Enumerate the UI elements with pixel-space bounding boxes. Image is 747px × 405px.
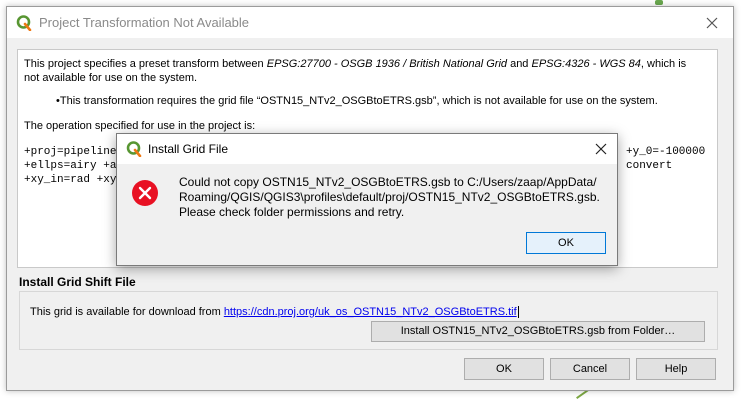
text-caret — [517, 306, 519, 319]
operation-label: The operation specified for use in the p… — [24, 120, 256, 132]
code-line: convert — [626, 160, 673, 172]
install-grid-section-title: Install Grid Shift File — [19, 275, 136, 289]
qgis-logo-icon — [126, 141, 142, 158]
bullet-text: This transformation requires the grid fi… — [59, 95, 658, 107]
error-message-line: Please check folder permissions and retr… — [179, 205, 405, 219]
code-line: +xy_in=rad +xy — [24, 174, 117, 186]
install-from-folder-button[interactable]: Install OSTN15_NTv2_OSGBtoETRS.gsb from … — [371, 321, 705, 342]
qgis-logo-icon — [16, 15, 32, 32]
dialog-title: Project Transformation Not Available — [39, 15, 250, 30]
description-text: and — [507, 58, 532, 70]
close-icon[interactable] — [701, 12, 723, 34]
help-button[interactable]: Help — [636, 358, 716, 380]
cancel-button[interactable]: Cancel — [550, 358, 630, 380]
background-map-feature — [655, 0, 663, 5]
background-map-canvas — [735, 0, 747, 405]
error-dialog-body: Could not copy OSTN15_NTv2_OSGBtoETRS.gs… — [117, 164, 617, 265]
download-prefix: This grid is available for download from — [30, 306, 224, 318]
source-crs: EPSG:27700 - OSGB 1936 / British Nationa… — [266, 58, 508, 70]
code-line: +ellps=airy +a — [24, 160, 117, 172]
grid-requirement-bullet: •This transformation requires the grid f… — [56, 95, 658, 107]
error-dialog-titlebar: Install Grid File — [117, 134, 617, 164]
error-message-line: Could not copy OSTN15_NTv2_OSGBtoETRS.gs… — [179, 175, 597, 189]
grid-download-text: This grid is available for download from… — [30, 306, 519, 319]
error-icon — [131, 179, 159, 207]
code-line: +y_0=-100000 — [626, 146, 706, 158]
error-ok-button[interactable]: OK — [526, 232, 606, 254]
error-message: Could not copy OSTN15_NTv2_OSGBtoETRS.gs… — [179, 175, 600, 220]
error-dialog-title: Install Grid File — [148, 142, 229, 156]
code-line: +proj=pipeline — [24, 146, 117, 158]
dialog-titlebar: Project Transformation Not Available — [7, 7, 733, 38]
target-crs: EPSG:4326 - WGS 84 — [531, 58, 641, 70]
proj-pipeline-code: +proj=pipeline +ellps=airy +a +xy_in=rad +… — [24, 145, 116, 187]
proj-pipeline-code-overflow: +y_0=-100000convert — [626, 145, 705, 173]
ok-button[interactable]: OK — [464, 358, 544, 380]
error-message-line: Roaming/QGIS/QGIS3\profiles\default/proj… — [179, 190, 600, 204]
close-icon[interactable] — [591, 139, 611, 159]
transform-description: This project specifies a preset transfor… — [24, 57, 704, 85]
install-grid-error-dialog: Install Grid File Could not copy OSTN15_… — [116, 133, 618, 266]
download-link[interactable]: https://cdn.proj.org/uk_os_OSTN15_NTv2_O… — [224, 306, 517, 318]
description-text: This project specifies a preset transfor… — [24, 58, 267, 70]
